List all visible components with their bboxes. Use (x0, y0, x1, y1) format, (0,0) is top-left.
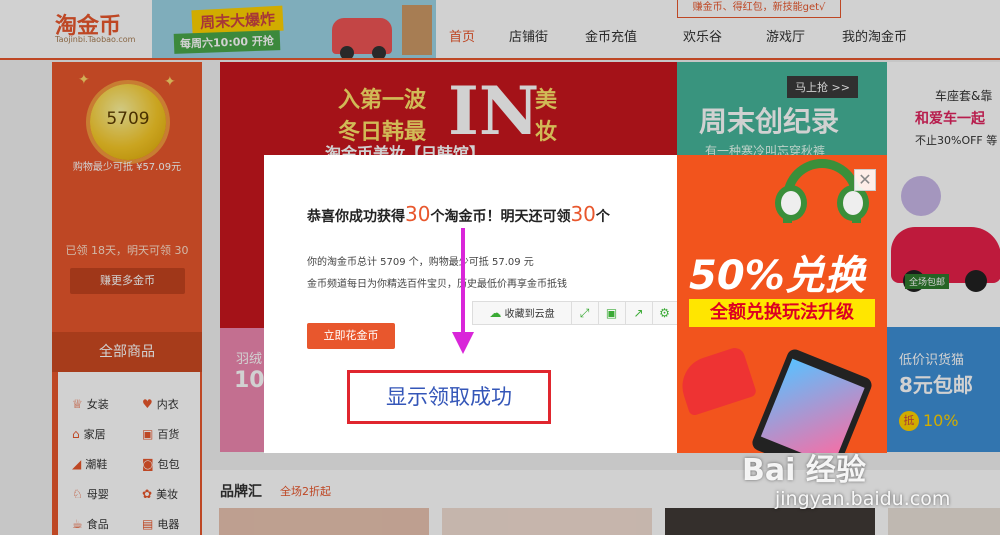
modal-title: 恭喜你成功获得30个淘金币！明天还可领30个 (307, 202, 610, 226)
daily-picks-text: 金币频道每日为你精选百件宝贝，历史最低价再享金币抵钱 (307, 279, 567, 290)
image-toolbar: ☁ 收藏到云盘 ⤢ ▣ ↗ ⚙ (472, 301, 678, 325)
share-button[interactable]: ↗ (625, 302, 653, 324)
baidu-watermark-url: jingyan.baidu.com (775, 488, 951, 510)
smartphone-illustration (750, 347, 874, 453)
expand-icon: ⤢ (579, 306, 590, 320)
phone-screen (760, 358, 865, 453)
coins-tomorrow: 30 (570, 202, 596, 226)
success-callout: 显示领取成功 (347, 370, 551, 424)
annotation-arrow (461, 228, 465, 336)
share-icon: ↗ (633, 306, 644, 320)
save-button[interactable]: ▣ (598, 302, 626, 324)
gear-icon: ⚙ (659, 306, 670, 320)
exchange-subtitle: 全额兑换玩法升级 (689, 299, 875, 327)
exchange-promo[interactable]: 50%兑换 全额兑换玩法升级 (677, 155, 887, 453)
floppy-icon: ▣ (605, 306, 618, 320)
expand-button[interactable]: ⤢ (571, 302, 599, 324)
exchange-headline: 50%兑换 (689, 253, 865, 299)
spend-coins-button[interactable]: 立即花金币 (307, 323, 395, 349)
settings-button[interactable]: ⚙ (652, 302, 677, 324)
save-to-cloud-button[interactable]: ☁ 收藏到云盘 (473, 302, 572, 324)
coins-gained: 30 (405, 202, 431, 226)
arrow-head-icon (452, 332, 474, 354)
cloud-icon: ☁ (489, 306, 502, 320)
sneaker-illustration (677, 345, 758, 417)
baidu-watermark-logo: Bai 经验 (742, 453, 866, 488)
close-icon[interactable]: ✕ (854, 169, 876, 191)
total-coins-text: 你的淘金币总计 5709 个，购物最少可抵 57.09 元 (307, 257, 534, 268)
headphone-cup (775, 185, 807, 221)
